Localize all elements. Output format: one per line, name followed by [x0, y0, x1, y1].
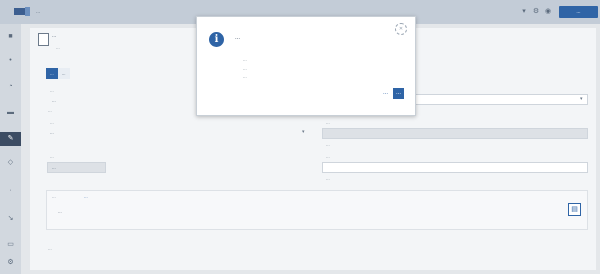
panel-item: ...: [58, 209, 62, 214]
field-label: ...: [48, 108, 52, 113]
field-label: ...: [50, 120, 54, 125]
tab-bar: ... ...: [46, 68, 70, 79]
top-action-button[interactable]: ...: [559, 6, 598, 18]
tab-2[interactable]: ...: [57, 68, 70, 79]
chevron-down-icon[interactable]: ▾: [302, 129, 305, 135]
tab-1[interactable]: ...: [46, 68, 58, 79]
sidebar-item-chart[interactable]: ◔: [0, 80, 21, 94]
sidebar-item-home[interactable]: ■: [0, 30, 21, 44]
field-label: ...: [50, 88, 54, 93]
app-logo[interactable]: [14, 7, 30, 16]
info-icon: i: [209, 32, 224, 47]
field-label: ...: [50, 154, 54, 159]
field-label: ...: [326, 142, 330, 147]
sidebar: ■ • ◔ ▬ ✎ ◇ · ↘ ▭ ⚙: [0, 24, 21, 274]
detail-panel: [46, 190, 588, 230]
dialog-title: ...: [235, 35, 241, 41]
dialog-ok-button[interactable]: ...: [393, 88, 404, 99]
dialog-secondary-button[interactable]: ...: [380, 88, 391, 99]
field-value: ...: [52, 98, 56, 103]
sidebar-item-dot[interactable]: •: [0, 54, 21, 68]
info-dialog: i ... ✕ ... ... ... ... ...: [196, 16, 416, 116]
dialog-message-line: ...: [243, 57, 247, 62]
field-value: ...: [50, 130, 54, 135]
field-label: ...: [326, 120, 330, 125]
sidebar-item-gear[interactable]: ⚙: [0, 256, 21, 270]
trash-icon[interactable]: ▤: [568, 203, 581, 216]
sidebar-item-document[interactable]: ◇: [0, 156, 21, 170]
panel-link[interactable]: ...: [84, 194, 88, 199]
sidebar-item-edit[interactable]: ✎: [0, 132, 21, 146]
footer-text: ...: [48, 246, 52, 251]
sidebar-item-list[interactable]: ▬: [0, 106, 21, 120]
field-value: ...: [52, 165, 56, 170]
text-field[interactable]: ...: [47, 162, 106, 173]
sidebar-item-arrow[interactable]: ↘: [0, 212, 21, 226]
sidebar-item-filter[interactable]: ·: [0, 184, 21, 198]
user-icon[interactable]: ◉: [544, 8, 552, 16]
text-field[interactable]: [322, 162, 588, 173]
chevron-down-icon[interactable]: ▾: [580, 96, 583, 102]
settings-icon[interactable]: ⚙: [532, 8, 540, 16]
grid-icon[interactable]: ▾: [520, 8, 528, 16]
text-field[interactable]: [322, 128, 588, 139]
app-title: ...: [36, 9, 41, 15]
spinner-icon[interactable]: ✕: [395, 23, 407, 35]
page-title: ...: [52, 33, 57, 39]
field-label: ...: [326, 154, 330, 159]
panel-title: ...: [52, 194, 56, 199]
sidebar-item-tag[interactable]: ▭: [0, 238, 21, 252]
field-label: ...: [326, 176, 330, 181]
dialog-message-line: ...: [243, 74, 247, 79]
document-icon: [38, 33, 49, 46]
page-subtitle: ...: [56, 45, 60, 50]
dialog-message-line: ...: [243, 66, 247, 71]
